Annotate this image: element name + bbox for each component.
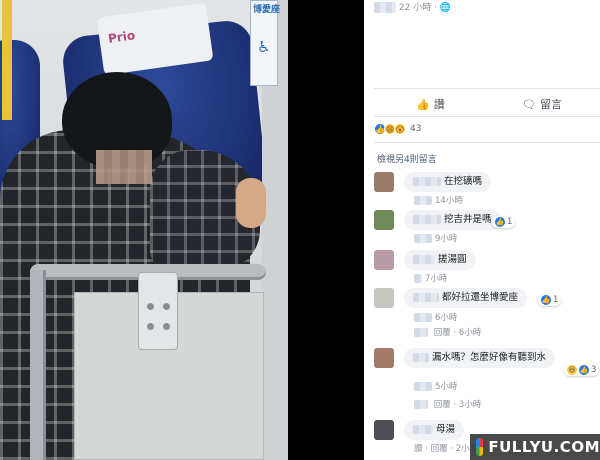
view-more-comments-link[interactable]: 檢視另4則留言 xyxy=(377,152,437,165)
post-meta: 22 小時 · 🌐 xyxy=(374,0,451,13)
comment-time: 5小時 xyxy=(435,382,458,392)
comment-reaction-count[interactable]: 👍 1 xyxy=(492,216,516,228)
handrail-vertical xyxy=(30,270,46,460)
globe-icon: · 🌐 xyxy=(434,3,452,13)
comment-bubble: 母湯 xyxy=(404,420,465,441)
comment-reaction-count[interactable]: 😆 👍 3 xyxy=(564,364,600,376)
mosaic-blur xyxy=(96,150,152,184)
comment-bubble-icon: 🗨 xyxy=(522,97,536,111)
like-icon: 👍 xyxy=(495,217,505,227)
comment-actions: 7小時 xyxy=(414,272,447,284)
reply-button[interactable]: 回覆 xyxy=(434,400,451,410)
facebook-post-panel: 22 小時 · 🌐 👍 讚 🗨 留言 👍 😆 😮 43 檢視另4則留言 在挖礦嗎… xyxy=(364,0,600,460)
comment-time: 14小時 xyxy=(435,196,463,206)
comment-time: 9小時 xyxy=(435,234,458,244)
like-button[interactable]: 👍 讚 xyxy=(416,96,445,112)
comment-time: 6小時 xyxy=(435,313,458,323)
accessibility-icon: ♿ xyxy=(257,38,271,56)
divider-line xyxy=(374,142,600,143)
reaction-number: 1 xyxy=(553,295,559,305)
reaction-number: 1 xyxy=(507,217,513,227)
reaction-count: 43 xyxy=(410,124,422,134)
divider-line xyxy=(374,116,600,117)
comment-actions: 6小時 xyxy=(414,311,457,323)
blurred-name xyxy=(413,255,435,264)
divider-line xyxy=(374,88,600,89)
bolt-icon xyxy=(147,303,154,310)
comment-bubble: 都好拉還坐博愛座 xyxy=(404,288,528,309)
watermark: FULLYU.COM xyxy=(470,434,600,460)
blurred-name xyxy=(414,328,428,337)
comment-button[interactable]: 🗨 留言 xyxy=(522,96,562,112)
comment-time: 7小時 xyxy=(425,274,448,284)
watermark-text: FULLYU.COM xyxy=(488,438,600,456)
comment-actions: 14小時 xyxy=(414,194,463,206)
avatar[interactable] xyxy=(374,250,394,270)
like-label: 讚 xyxy=(433,98,445,111)
bolt-icon xyxy=(163,303,170,310)
avatar[interactable] xyxy=(374,420,394,440)
comment-bubble: 漏水嗎？怎麼好像有聽到水 xyxy=(404,348,556,369)
reply-button[interactable]: 回覆 xyxy=(434,328,451,338)
blurred-name xyxy=(413,293,439,302)
comment-bubble: 搓湯圓 xyxy=(404,250,476,271)
bolt-icon xyxy=(163,323,170,330)
comment-text: 母湯 xyxy=(436,424,456,435)
blurred-action xyxy=(414,382,432,391)
blurred-name xyxy=(374,2,396,13)
blurred-name xyxy=(413,425,433,434)
reaction-summary[interactable]: 👍 😆 😮 43 xyxy=(374,123,421,135)
comment-bubble: 挖吉井是嗎 xyxy=(404,210,501,231)
reply-time: 6小時 xyxy=(458,328,482,338)
comment-text: 在挖礦嗎 xyxy=(444,176,483,187)
reply-button[interactable]: 回覆 xyxy=(431,444,448,454)
rail-bracket xyxy=(138,272,178,350)
like-icon: 👍 xyxy=(541,295,551,305)
comment-text: 挖吉井是嗎 xyxy=(444,214,492,225)
wow-icon: 😮 xyxy=(394,123,406,135)
comment-reply-row: 回覆 · 3小時 xyxy=(414,398,481,410)
like-icon: 👍 xyxy=(579,365,589,375)
fullyu-logo-icon xyxy=(476,438,484,456)
post-timestamp: 22 小時 xyxy=(398,3,432,13)
priority-sign-text: 博愛座 xyxy=(253,5,281,15)
comment-reply-row: 回覆 · 6小時 xyxy=(414,326,481,338)
avatar[interactable] xyxy=(374,210,394,230)
blurred-action xyxy=(414,196,432,205)
comment-actions: 5小時 xyxy=(414,380,457,392)
comment-actions: 讚 · 回覆 · 2小時 xyxy=(414,444,479,454)
blurred-name xyxy=(413,215,441,224)
comment-text: 搓湯圓 xyxy=(438,254,467,265)
comment-bubble: 在挖礦嗎 xyxy=(404,172,492,193)
blurred-name xyxy=(413,177,441,186)
haha-icon: 😆 xyxy=(567,365,577,375)
person-hand xyxy=(236,178,266,228)
blurred-name xyxy=(413,353,429,362)
yellow-pole xyxy=(2,0,12,120)
comment-text: 漏水嗎？怎麼好像有聽到水 xyxy=(432,352,547,363)
blurred-action xyxy=(414,274,422,283)
like-link[interactable]: 讚 xyxy=(414,444,423,454)
reaction-number: 3 xyxy=(591,365,597,375)
avatar[interactable] xyxy=(374,172,394,192)
comment-text: 都好拉還坐博愛座 xyxy=(442,292,519,303)
avatar[interactable] xyxy=(374,288,394,308)
blurred-action xyxy=(414,313,432,322)
comment-reaction-count[interactable]: 👍 1 xyxy=(538,294,562,306)
comment-label: 留言 xyxy=(539,98,562,111)
bolt-icon xyxy=(147,323,154,330)
comment-actions: 9小時 xyxy=(414,232,457,244)
avatar[interactable] xyxy=(374,348,394,368)
thumbs-up-icon: 👍 xyxy=(416,97,430,111)
reply-time: 3小時 xyxy=(458,400,482,410)
blurred-name xyxy=(414,400,428,409)
black-divider xyxy=(288,0,364,460)
subway-photo: Prio 博愛座 ♿ xyxy=(0,0,288,460)
blurred-action xyxy=(414,234,432,243)
